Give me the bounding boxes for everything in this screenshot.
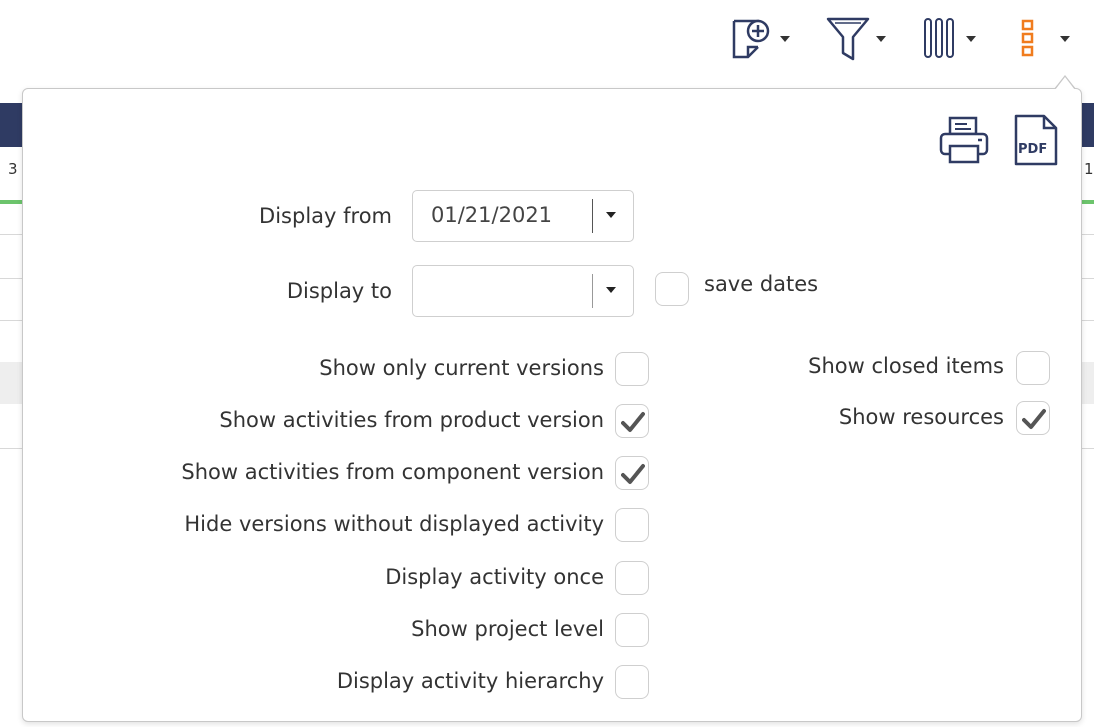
grid-row-line	[1080, 448, 1094, 449]
chevron-down-icon	[876, 36, 886, 42]
show-activities-product-version-checkbox[interactable]	[615, 404, 649, 438]
hide-versions-without-activity-checkbox[interactable]	[615, 508, 649, 542]
show-only-current-versions-label: Show only current versions	[319, 356, 604, 380]
pdf-button[interactable]: PDF	[1012, 114, 1062, 166]
grid-row-line	[0, 234, 22, 235]
date-input-cursor	[592, 199, 593, 233]
filter-icon	[826, 17, 870, 61]
save-dates-checkbox[interactable]	[655, 272, 689, 306]
grid-cell-right: 1	[1084, 160, 1094, 178]
display-activity-hierarchy-checkbox[interactable]	[615, 665, 649, 699]
chevron-down-icon	[1060, 36, 1070, 42]
grid-row-line	[0, 278, 22, 279]
display-from-label: Display from	[259, 204, 392, 228]
grid-row-selected	[0, 362, 22, 404]
show-activities-product-version-label: Show activities from product version	[219, 408, 604, 432]
checkmark-icon	[1022, 409, 1046, 429]
printer-icon	[939, 116, 989, 164]
chevron-down-icon[interactable]	[606, 287, 616, 293]
checkmark-icon	[621, 464, 645, 484]
options-icon	[1021, 19, 1034, 57]
display-from-value[interactable]: 01/21/2021	[431, 203, 552, 227]
columns-icon	[924, 18, 954, 58]
grid-header-right	[1080, 103, 1094, 147]
print-button[interactable]	[938, 116, 992, 166]
show-resources-label: Show resources	[838, 405, 1004, 429]
grid-row-line	[1080, 278, 1094, 279]
filter-button[interactable]	[826, 14, 886, 62]
pdf-label: PDF	[1018, 142, 1048, 157]
display-activity-hierarchy-label: Display activity hierarchy	[336, 669, 604, 693]
grid-row-line	[1080, 234, 1094, 235]
display-activity-once-label: Display activity once	[385, 565, 604, 589]
show-resources-checkbox[interactable]	[1016, 401, 1050, 435]
show-project-level-label: Show project level	[411, 617, 604, 641]
hide-versions-without-activity-label: Hide versions without displayed activity	[184, 512, 604, 536]
grid-header-left	[0, 103, 22, 147]
grid-row-line	[1080, 320, 1094, 321]
display-from-picker[interactable]: 01/21/2021	[412, 190, 634, 242]
grid-marker-right	[1080, 200, 1094, 204]
checkmark-icon	[621, 412, 645, 432]
chevron-down-icon[interactable]	[606, 212, 616, 218]
chevron-down-icon	[966, 36, 976, 42]
add-view-icon	[732, 19, 770, 59]
grid-row-line	[0, 320, 22, 321]
display-to-picker[interactable]	[412, 265, 634, 317]
grid-row-selected	[1080, 362, 1094, 404]
display-activity-once-checkbox[interactable]	[615, 561, 649, 595]
show-only-current-versions-checkbox[interactable]	[615, 352, 649, 386]
popup-pointer-fill	[1055, 77, 1075, 90]
pdf-icon	[1014, 114, 1058, 166]
show-activities-component-version-label: Show activities from component version	[181, 460, 604, 484]
columns-button[interactable]	[922, 14, 976, 62]
date-input-separator	[592, 274, 593, 308]
add-view-button[interactable]	[730, 14, 790, 62]
chevron-down-icon	[780, 36, 790, 42]
display-to-label: Display to	[286, 279, 392, 303]
show-project-level-checkbox[interactable]	[615, 613, 649, 647]
grid-row-line	[0, 448, 22, 449]
grid-cell-left: 3	[8, 160, 18, 178]
show-activities-component-version-checkbox[interactable]	[615, 456, 649, 490]
save-dates-label: save dates	[704, 272, 819, 296]
grid-marker-left	[0, 200, 22, 204]
show-closed-items-label: Show closed items	[808, 354, 1004, 378]
show-closed-items-checkbox[interactable]	[1016, 351, 1050, 385]
options-button[interactable]	[1018, 14, 1070, 62]
